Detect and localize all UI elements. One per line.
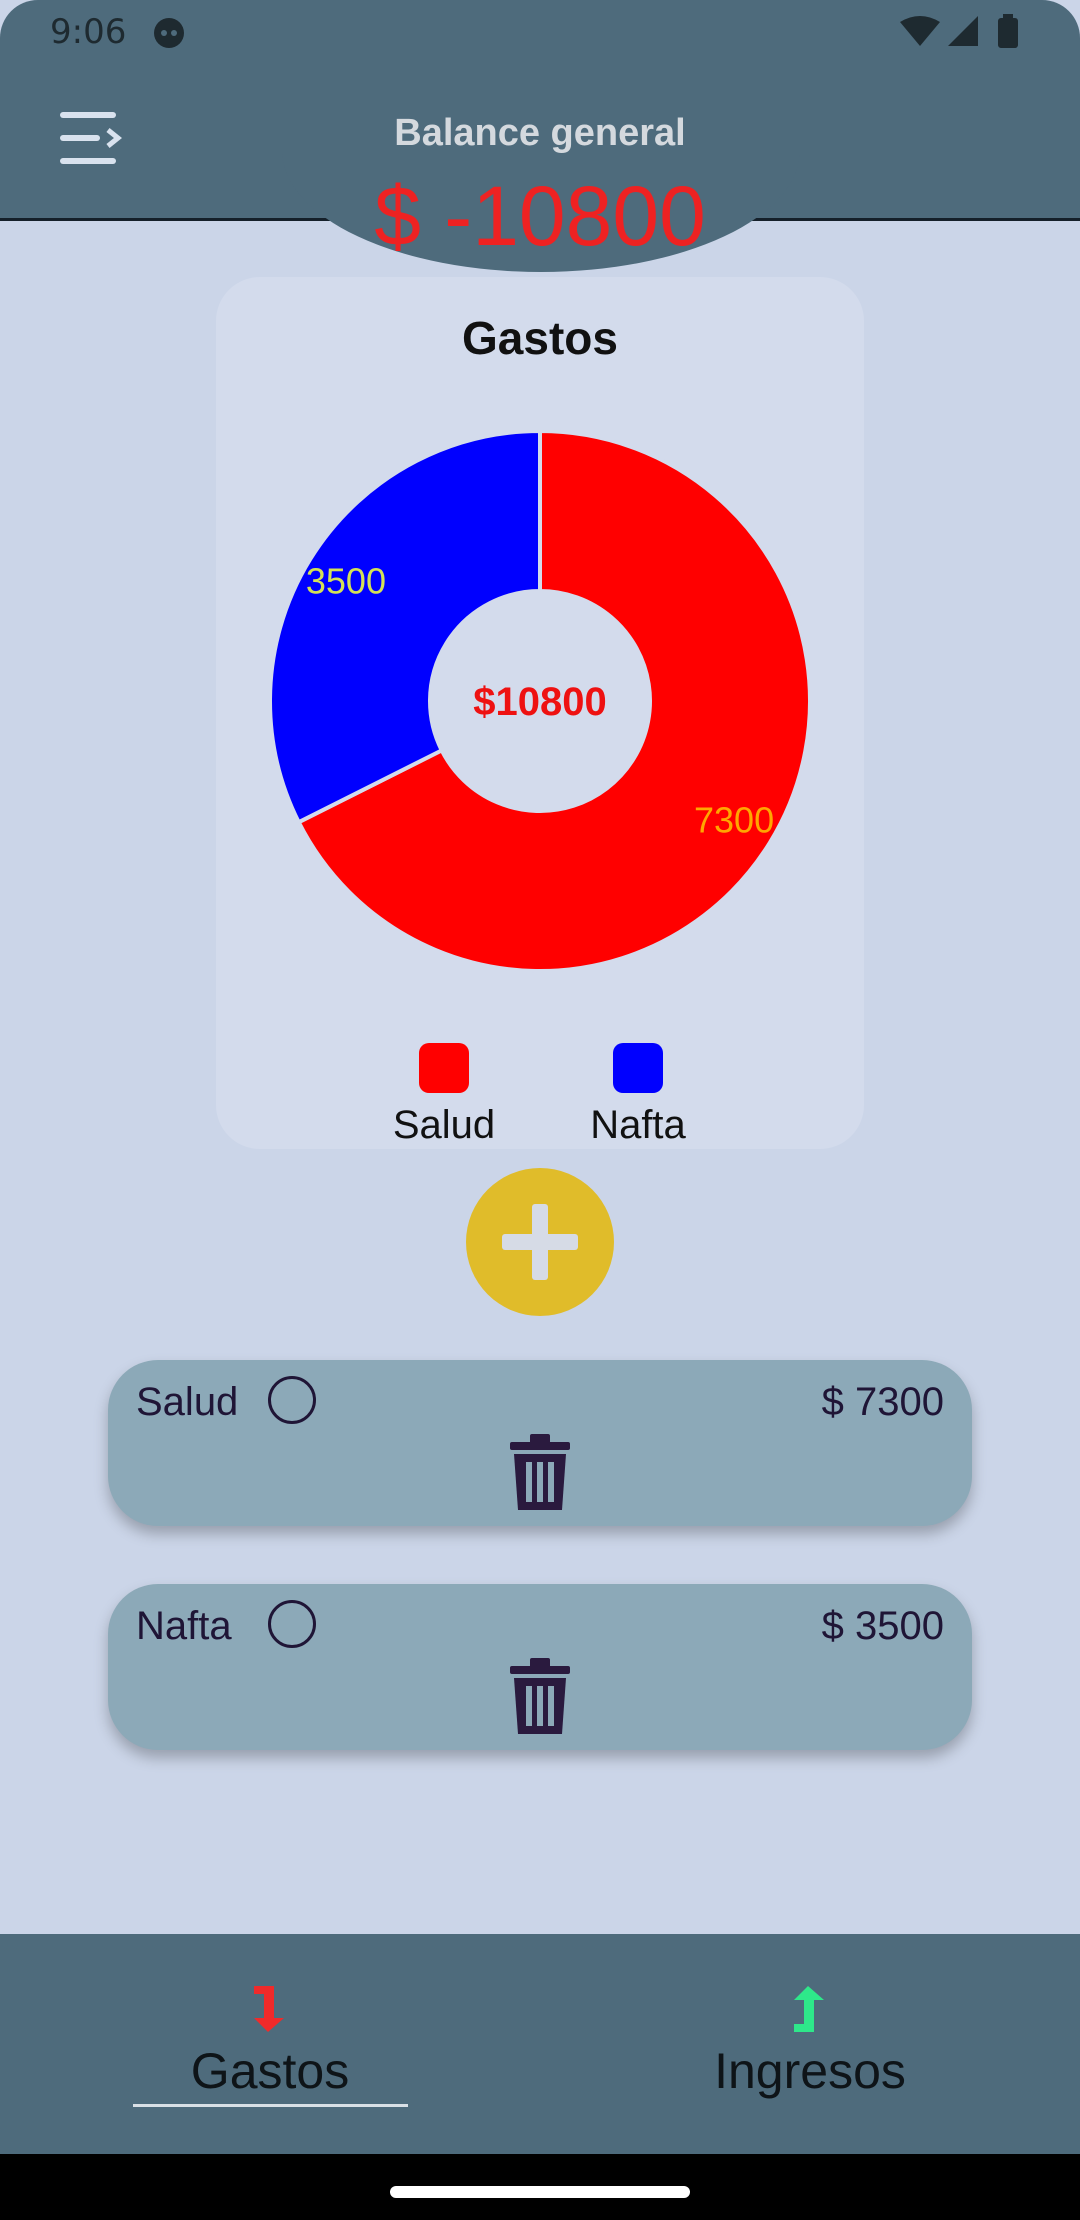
tab-gastos[interactable]: Gastos bbox=[120, 1934, 420, 2154]
tab-label: Gastos bbox=[190, 2043, 350, 2099]
tab-label: Ingresos bbox=[714, 2043, 906, 2099]
expense-card-nafta[interactable]: Nafta $ 3500 bbox=[108, 1584, 972, 1750]
balance-title: Balance general bbox=[394, 112, 686, 154]
chart-card: Gastos 7300 3500 $10800 Salud Nafta bbox=[216, 277, 864, 1149]
donut-chart: 7300 3500 $10800 bbox=[268, 428, 812, 973]
trash-icon[interactable] bbox=[508, 1658, 572, 1734]
bottom-nav: Gastos Ingresos bbox=[0, 1934, 1080, 2154]
expense-name: Salud bbox=[136, 1380, 239, 1424]
data-label-nafta: 3500 bbox=[306, 560, 386, 601]
balance-value: $ -10800 bbox=[374, 169, 706, 263]
expense-amount: $ 3500 bbox=[821, 1604, 944, 1648]
app-notification-icon bbox=[154, 18, 184, 48]
legend-label-salud: Salud bbox=[392, 1103, 496, 1147]
wifi-icon bbox=[900, 16, 940, 46]
trash-icon[interactable] bbox=[508, 1434, 572, 1510]
legend-swatch-nafta bbox=[613, 1043, 663, 1093]
expense-radio[interactable] bbox=[268, 1600, 316, 1648]
expense-name: Nafta bbox=[136, 1604, 232, 1648]
expense-card-salud[interactable]: Salud $ 7300 bbox=[108, 1360, 972, 1526]
legend-item-salud: Salud bbox=[374, 1043, 514, 1148]
expense-radio[interactable] bbox=[268, 1376, 316, 1424]
add-expense-button[interactable] bbox=[466, 1168, 614, 1316]
status-time: 9:06 bbox=[50, 12, 127, 52]
arrow-up-green-icon bbox=[794, 1986, 824, 2032]
data-label-salud: 7300 bbox=[694, 800, 774, 841]
donut-center-total: $10800 bbox=[473, 680, 606, 724]
expense-amount: $ 7300 bbox=[821, 1380, 944, 1424]
donut-slice-nafta bbox=[268, 428, 542, 825]
legend-swatch-salud bbox=[419, 1043, 469, 1093]
plus-icon bbox=[502, 1204, 578, 1280]
signal-icon bbox=[948, 16, 978, 46]
status-bar: 9:06 bbox=[0, 0, 1080, 66]
arrow-down-red-icon bbox=[254, 1986, 284, 2032]
tab-ingresos[interactable]: Ingresos bbox=[660, 1934, 960, 2154]
selected-tab-indicator bbox=[133, 2104, 408, 2107]
legend-label-nafta: Nafta bbox=[590, 1103, 686, 1147]
battery-icon bbox=[998, 18, 1018, 48]
legend-item-nafta: Nafta bbox=[568, 1043, 708, 1148]
system-status-icons bbox=[900, 14, 1018, 48]
home-gesture-pill[interactable] bbox=[390, 2186, 690, 2198]
system-nav-bar bbox=[0, 2154, 1080, 2220]
